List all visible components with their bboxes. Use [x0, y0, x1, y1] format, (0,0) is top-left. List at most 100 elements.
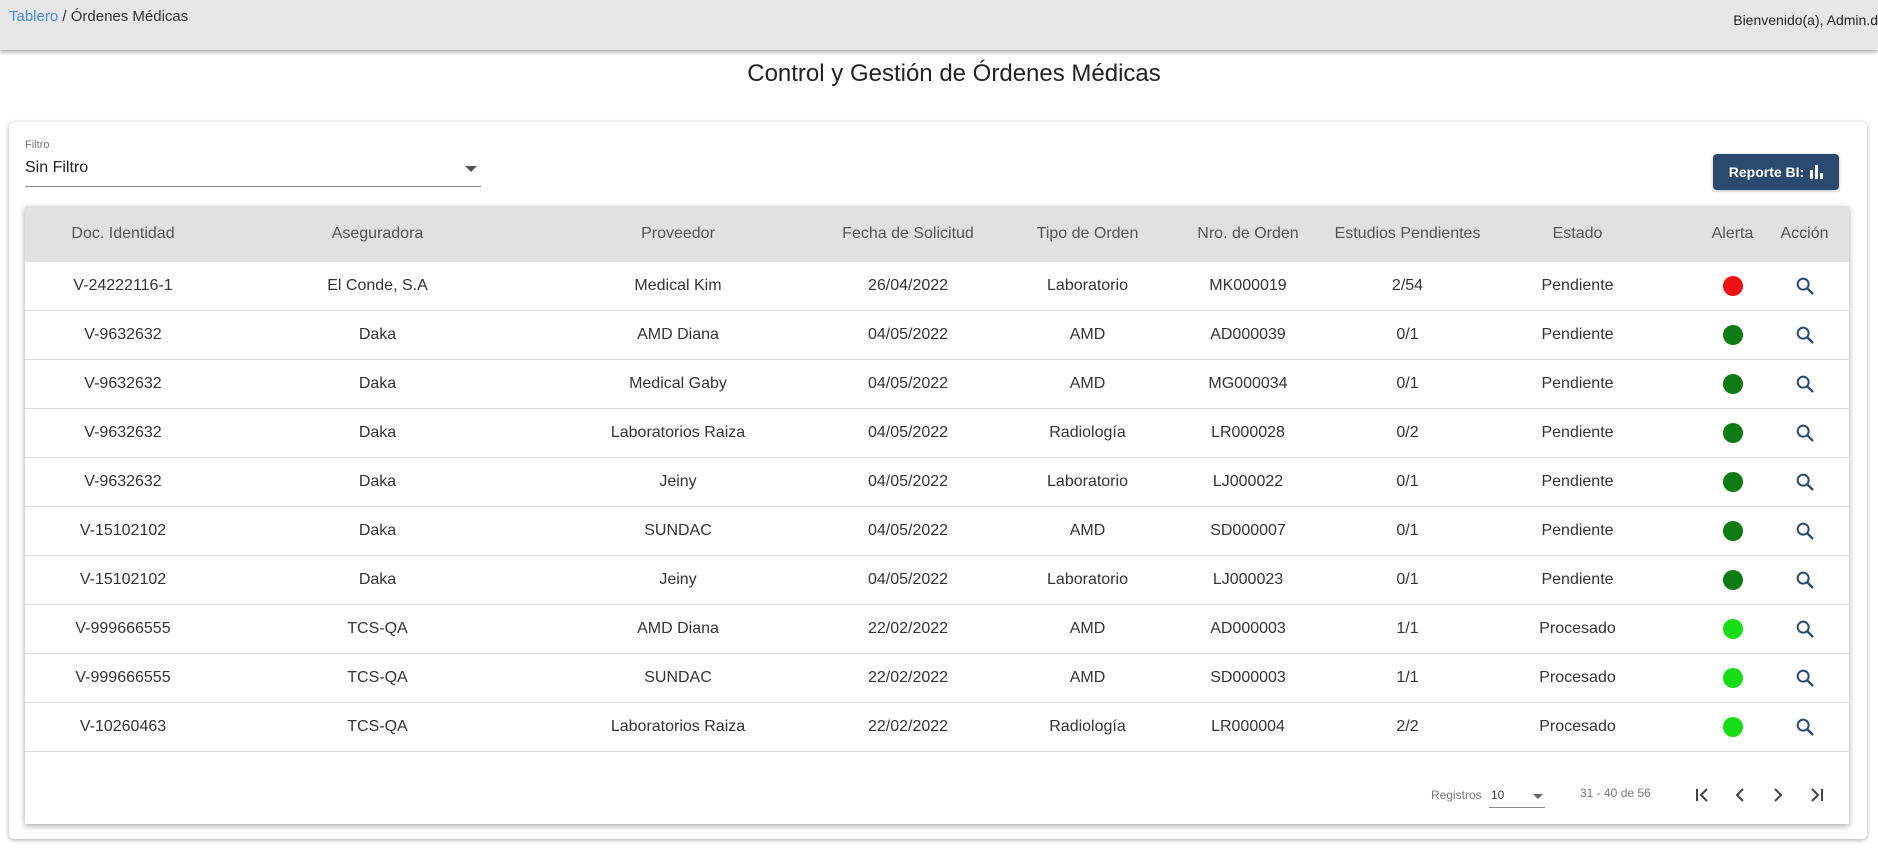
cell-doc-identidad: V-999666555: [75, 620, 171, 637]
cell-proveedor: Laboratorios Raiza: [610, 424, 746, 441]
header-estado[interactable]: Estado: [1500, 206, 1655, 262]
header-estudios-pendientes[interactable]: Estudios Pendientes: [1315, 206, 1500, 262]
breadcrumb-link-tablero[interactable]: Tablero: [9, 8, 58, 25]
reporte-bi-label: Reporte BI:: [1728, 164, 1805, 180]
cell-proveedor: Laboratorios Raiza: [610, 718, 746, 735]
table-row: V-10260463 TCS-QA Laboratorios Raiza 22/02/…: [25, 703, 1849, 752]
cell-estudios-pendientes: 0/1: [1396, 375, 1419, 392]
cell-nro-orden: AD000003: [1210, 620, 1286, 637]
cell-estado: Pendiente: [1541, 326, 1614, 343]
cell-estado: Pendiente: [1541, 473, 1614, 490]
header-aseguradora[interactable]: Aseguradora: [221, 206, 534, 262]
header-tipo-orden[interactable]: Tipo de Orden: [994, 206, 1181, 262]
orders-card: Filtro Sin Filtro Reporte BI: Doc. Ident…: [9, 122, 1867, 839]
cell-proveedor: Medical Kim: [634, 277, 722, 294]
previous-page-button[interactable]: [1725, 780, 1755, 810]
cell-accion: [1760, 262, 1849, 310]
cell-nro-orden: LR000028: [1211, 424, 1285, 441]
cell-tipo-orden: AMD: [1069, 375, 1106, 392]
cell-tipo-orden: Laboratorio: [1047, 473, 1128, 490]
cell-proveedor: SUNDAC: [644, 669, 712, 686]
search-icon[interactable]: [1794, 520, 1816, 542]
cell-tipo-orden: Laboratorio: [1047, 571, 1128, 588]
alert-indicator: [1722, 521, 1743, 541]
last-page-button[interactable]: [1802, 780, 1832, 810]
alert-indicator: [1722, 570, 1743, 590]
cell-fecha-solicitud: 04/05/2022: [867, 326, 949, 343]
cell-tipo-orden: AMD: [1069, 669, 1106, 686]
first-page-button[interactable]: [1687, 780, 1717, 810]
alert-indicator: [1722, 374, 1743, 394]
header-fecha-solicitud[interactable]: Fecha de Solicitud: [822, 206, 994, 262]
search-icon[interactable]: [1794, 471, 1816, 493]
cell-tipo-orden: AMD: [1069, 620, 1106, 637]
next-page-button[interactable]: [1763, 780, 1793, 810]
cell-tipo-orden: AMD: [1069, 522, 1106, 539]
cell-tipo-orden: Laboratorio: [1047, 277, 1128, 294]
cell-aseguradora: Daka: [358, 424, 397, 441]
cell-estudios-pendientes: 0/1: [1396, 571, 1419, 588]
search-icon[interactable]: [1794, 667, 1816, 689]
table-row: V-9632632 Daka AMD Diana 04/05/2022 AMD AD000…: [25, 311, 1849, 360]
reporte-bi-button[interactable]: Reporte BI:: [1713, 154, 1839, 190]
filter-select[interactable]: Filtro Sin Filtro: [25, 139, 481, 187]
page-size-label: Registros: [1431, 788, 1482, 802]
cell-accion: [1760, 311, 1849, 359]
search-icon[interactable]: [1794, 716, 1816, 738]
alert-indicator: [1722, 276, 1743, 296]
cell-fecha-solicitud: 26/04/2022: [867, 277, 949, 294]
cell-doc-identidad: V-9632632: [84, 375, 162, 392]
cell-fecha-solicitud: 04/05/2022: [867, 375, 949, 392]
search-icon[interactable]: [1794, 569, 1816, 591]
alert-indicator: [1722, 325, 1743, 345]
cell-aseguradora: Daka: [358, 522, 397, 539]
paginator: Registros 10 31 - 40 de 56: [25, 766, 1849, 824]
cell-accion: [1760, 654, 1849, 702]
cell-nro-orden: SD000003: [1210, 669, 1286, 686]
orders-table: Doc. Identidad Aseguradora Proveedor Fec…: [25, 206, 1849, 824]
header-nro-orden[interactable]: Nro. de Orden: [1181, 206, 1315, 262]
cell-fecha-solicitud: 22/02/2022: [867, 620, 949, 637]
cell-aseguradora: Daka: [358, 571, 397, 588]
cell-estudios-pendientes: 1/1: [1396, 620, 1419, 637]
cell-aseguradora: Daka: [358, 326, 397, 343]
cell-estado: Pendiente: [1541, 375, 1614, 392]
cell-estado: Pendiente: [1541, 571, 1614, 588]
alert-indicator: [1722, 423, 1743, 443]
cell-nro-orden: MK000019: [1209, 277, 1287, 294]
search-icon[interactable]: [1794, 422, 1816, 444]
page-size-select[interactable]: 10: [1489, 780, 1545, 808]
cell-proveedor: Jeiny: [659, 473, 697, 490]
cell-estudios-pendientes: 0/1: [1396, 326, 1419, 343]
first-page-icon: [1696, 788, 1708, 802]
table-row: V-9632632 Daka Medical Gaby 04/05/2022 AMD MG…: [25, 360, 1849, 409]
alert-indicator: [1722, 472, 1743, 492]
cell-accion: [1760, 703, 1849, 751]
header-doc-identidad[interactable]: Doc. Identidad: [25, 206, 221, 262]
header-proveedor[interactable]: Proveedor: [534, 206, 822, 262]
cell-estado: Procesado: [1539, 669, 1616, 686]
cell-nro-orden: SD000007: [1210, 522, 1286, 539]
search-icon[interactable]: [1794, 618, 1816, 640]
cell-estudios-pendientes: 0/2: [1396, 424, 1419, 441]
filter-value: Sin Filtro: [25, 159, 89, 176]
search-icon[interactable]: [1794, 324, 1816, 346]
cell-tipo-orden: AMD: [1069, 326, 1106, 343]
cell-doc-identidad: V-9632632: [84, 473, 162, 490]
alert-indicator: [1722, 717, 1743, 737]
table-row: V-9632632 Daka Laboratorios Raiza 04/05/202…: [25, 409, 1849, 458]
cell-fecha-solicitud: 04/05/2022: [867, 473, 949, 490]
cell-estado: Pendiente: [1541, 424, 1614, 441]
search-icon[interactable]: [1794, 275, 1816, 297]
cell-aseguradora: Daka: [358, 375, 397, 392]
cell-doc-identidad: V-15102102: [79, 522, 167, 539]
cell-nro-orden: LR000004: [1211, 718, 1285, 735]
search-icon[interactable]: [1794, 373, 1816, 395]
filter-label: Filtro: [25, 139, 50, 151]
cell-proveedor: SUNDAC: [644, 522, 712, 539]
previous-page-icon: [1735, 788, 1744, 802]
table-header: Doc. Identidad Aseguradora Proveedor Fec…: [25, 206, 1849, 262]
cell-accion: [1760, 458, 1849, 506]
cell-fecha-solicitud: 04/05/2022: [867, 571, 949, 588]
cell-accion: [1760, 409, 1849, 457]
